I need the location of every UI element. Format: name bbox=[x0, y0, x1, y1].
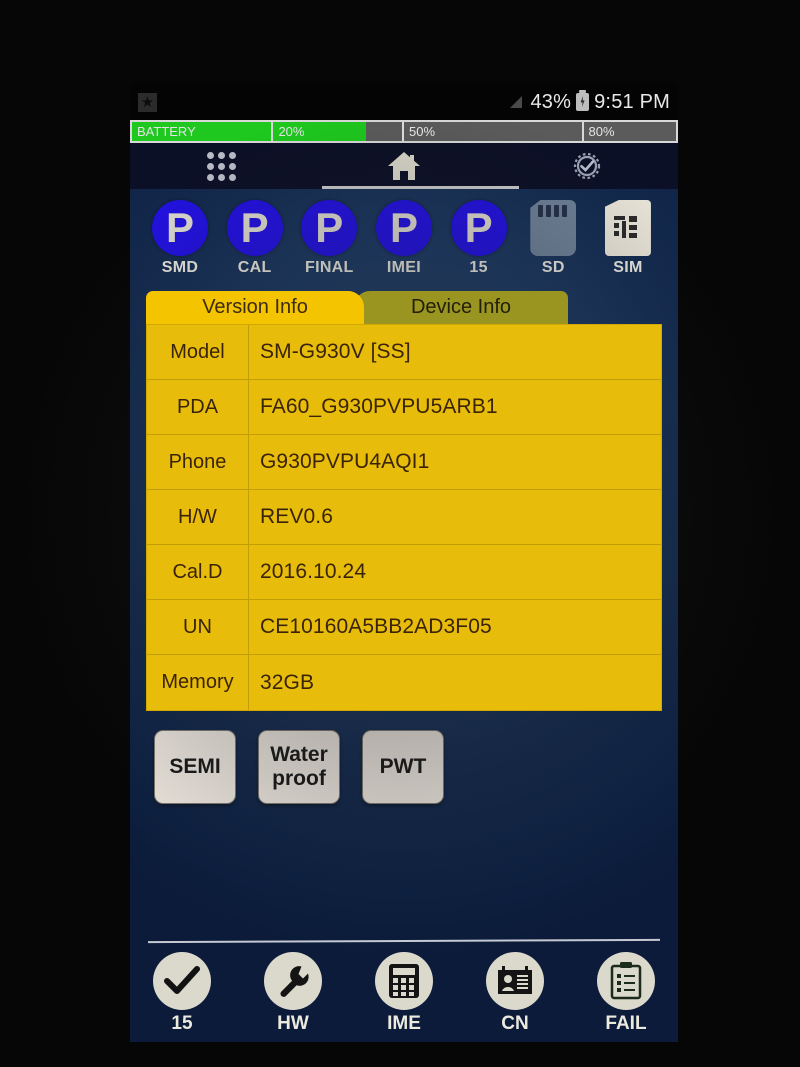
status-bar-right: 43% 9:51 PM bbox=[510, 90, 670, 114]
wrench-icon bbox=[264, 952, 322, 1010]
toolbar-item-label: 15 bbox=[171, 1013, 193, 1034]
table-row: Model SM-G930V [SS] bbox=[147, 325, 661, 380]
toolbar-item-cn[interactable]: CN bbox=[477, 952, 553, 1035]
toolbar-item-hw[interactable]: HW bbox=[255, 952, 331, 1035]
status-badge-label: 15 bbox=[469, 259, 488, 276]
nav-settings-check-button[interactable] bbox=[495, 143, 678, 189]
apps-grid-icon bbox=[206, 151, 236, 181]
phone-screen: ★ 43% 9:51 PM BATTERY 20% 50% 80% P SMD … bbox=[130, 84, 678, 1042]
status-badge-sim[interactable]: SIM bbox=[596, 200, 660, 277]
sim-card-icon bbox=[604, 200, 651, 256]
table-row-value: FA60_G930PVPU5ARB1 bbox=[260, 395, 498, 418]
table-row: PDA FA60_G930PVPU5ARB1 bbox=[147, 380, 661, 435]
bottom-toolbar: 15 HW IME CN FAIL bbox=[130, 938, 678, 1042]
pass-circle-icon: P bbox=[450, 200, 507, 256]
table-row-value: REV0.6 bbox=[260, 505, 333, 528]
toolbar-item-15[interactable]: 15 bbox=[144, 952, 220, 1035]
table-row-key: H/W bbox=[147, 490, 249, 544]
table-row-value: G930PVPU4AQI1 bbox=[260, 450, 430, 473]
table-row-key: Cal.D bbox=[147, 545, 249, 599]
table-row-value: 32GB bbox=[260, 670, 315, 694]
table-row: UN CE10160A5BB2AD3F05 bbox=[147, 600, 661, 655]
water-proof-button[interactable]: Water proof bbox=[258, 730, 340, 804]
status-badge-label: SIM bbox=[613, 259, 643, 276]
status-badge-label: IMEI bbox=[386, 259, 422, 276]
table-row: H/W REV0.6 bbox=[147, 490, 661, 545]
table-row: Cal.D 2016.10.24 bbox=[147, 545, 661, 600]
semi-button[interactable]: SEMI bbox=[154, 730, 236, 804]
tab-device-info[interactable]: Device Info bbox=[354, 291, 568, 324]
status-badge-label: FINAL bbox=[305, 259, 354, 276]
id-card-icon bbox=[486, 952, 544, 1010]
battery-seg-80: 80% bbox=[588, 124, 615, 139]
nav-home-button[interactable] bbox=[313, 143, 496, 189]
battery-seg-title: BATTERY bbox=[132, 122, 274, 141]
nav-apps-button[interactable] bbox=[130, 143, 313, 189]
toolbar-item-label: IME bbox=[387, 1013, 421, 1034]
tab-version-info[interactable]: Version Info bbox=[146, 291, 364, 324]
app-main-body: P SMD P CAL P FINAL P IMEI P 15 SD SIM V… bbox=[130, 189, 678, 1042]
check-mark-icon bbox=[153, 952, 211, 1010]
action-button-row: SEMI Water proof PWT bbox=[154, 730, 668, 804]
app-nav-bar bbox=[130, 143, 678, 189]
status-badge-sd[interactable]: SD bbox=[521, 200, 585, 277]
status-badge-smd[interactable]: P SMD bbox=[148, 200, 212, 277]
battery-charging-icon bbox=[576, 90, 590, 111]
battery-percent-label: 43% bbox=[530, 90, 572, 113]
gear-check-icon bbox=[570, 149, 604, 183]
table-row-value: CE10160A5BB2AD3F05 bbox=[260, 615, 492, 638]
table-row-key: UN bbox=[147, 600, 249, 654]
table-row-key: Model bbox=[147, 325, 249, 379]
signal-triangle-icon bbox=[510, 96, 523, 108]
toolbar-divider bbox=[147, 938, 661, 944]
sim-chip-glyph bbox=[613, 216, 637, 238]
table-row-key: PDA bbox=[147, 380, 249, 434]
status-badge-cal[interactable]: P CAL bbox=[223, 200, 287, 277]
status-badge-row: P SMD P CAL P FINAL P IMEI P 15 SD SIM bbox=[140, 189, 668, 277]
clock-label: 9:51 PM bbox=[594, 90, 670, 113]
table-row-value: 2016.10.24 bbox=[260, 560, 367, 583]
calculator-icon bbox=[375, 952, 433, 1010]
android-status-bar: ★ 43% 9:51 PM bbox=[130, 84, 678, 120]
table-row-value: SM-G930V [SS] bbox=[260, 340, 411, 363]
battery-seg-50: 50% bbox=[404, 122, 584, 141]
battery-progress-bar: BATTERY 20% 50% 80% bbox=[130, 120, 678, 143]
toolbar-item-fail[interactable]: FAIL bbox=[588, 952, 664, 1035]
status-badge-15[interactable]: P 15 bbox=[447, 200, 511, 277]
toolbar-items: 15 HW IME CN FAIL bbox=[144, 952, 664, 1035]
toolbar-item-label: CN bbox=[501, 1013, 529, 1034]
status-badge-imei[interactable]: P IMEI bbox=[372, 200, 436, 277]
table-row: Phone G930PVPU4AQI1 bbox=[147, 435, 661, 490]
sd-card-icon bbox=[530, 200, 577, 256]
pass-circle-icon: P bbox=[152, 200, 208, 256]
pass-circle-icon: P bbox=[226, 200, 283, 256]
status-badge-final[interactable]: P FINAL bbox=[297, 200, 361, 277]
toolbar-item-label: HW bbox=[277, 1013, 309, 1034]
pwt-button[interactable]: PWT bbox=[362, 730, 444, 804]
toolbar-item-ime[interactable]: IME bbox=[366, 952, 442, 1035]
status-badge-label: SD bbox=[541, 259, 565, 276]
sd-card-pins bbox=[538, 205, 568, 217]
status-badge-label: SMD bbox=[161, 259, 199, 276]
toolbar-item-label: FAIL bbox=[605, 1013, 647, 1034]
pass-circle-icon: P bbox=[375, 200, 432, 256]
battery-seg-20: 20% bbox=[273, 122, 404, 141]
table-row-key: Phone bbox=[147, 435, 249, 489]
version-info-table: Model SM-G930V [SS] PDA FA60_G930PVPU5AR… bbox=[146, 324, 662, 711]
info-tab-bar: Version Info Device Info bbox=[146, 291, 662, 324]
table-row-key: Memory bbox=[147, 655, 249, 710]
clipboard-list-icon bbox=[597, 952, 655, 1010]
table-row: Memory 32GB bbox=[147, 655, 661, 710]
status-bar-left: ★ bbox=[138, 92, 157, 112]
bookmark-star-icon: ★ bbox=[138, 92, 157, 112]
phone-photo: ★ 43% 9:51 PM BATTERY 20% 50% 80% P SMD … bbox=[0, 0, 800, 1067]
pass-circle-icon: P bbox=[301, 200, 358, 256]
home-icon bbox=[386, 150, 422, 182]
status-badge-label: CAL bbox=[237, 259, 272, 276]
